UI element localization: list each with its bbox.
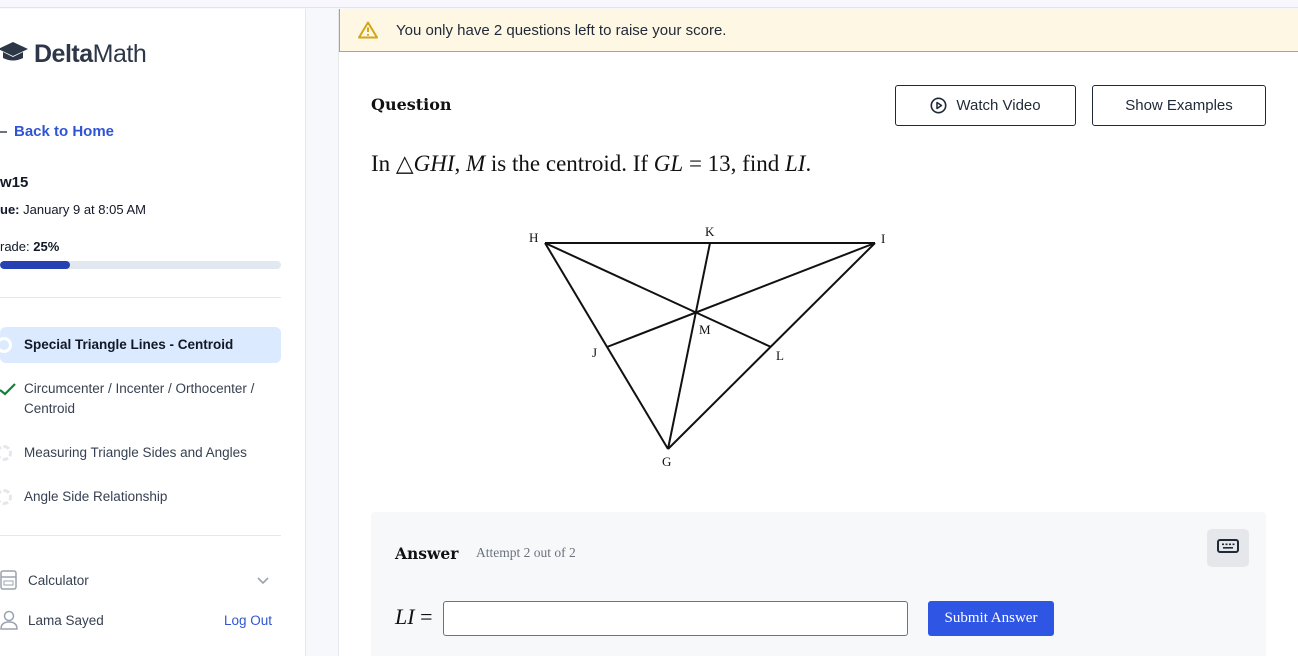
median-HL	[544, 242, 772, 348]
skill-item-circumcenter-incenter-orthocenter-centroid[interactable]: Circumcenter / Incenter / Orthocenter / …	[0, 379, 281, 419]
side-HG	[544, 242, 669, 450]
label-H: H	[529, 230, 538, 245]
skill-label: Angle Side Relationship	[24, 489, 168, 504]
median-IJ	[606, 242, 876, 348]
divider	[0, 297, 281, 298]
skill-label: Special Triangle Lines - Centroid	[24, 337, 234, 352]
submit-answer-button[interactable]: Submit Answer	[928, 601, 1054, 636]
chevron-down-icon	[257, 573, 269, 588]
logout-link[interactable]: Log Out	[224, 613, 272, 628]
play-circle-icon	[930, 97, 947, 114]
keyboard-icon	[1217, 538, 1239, 558]
skill-item-angle-side-relationship[interactable]: Angle Side Relationship	[0, 487, 281, 507]
skill-item-special-triangle-lines-centroid[interactable]: Special Triangle Lines - Centroid	[0, 327, 281, 363]
user-row: Lama Sayed Log Out	[0, 610, 281, 630]
answer-input[interactable]	[443, 601, 908, 636]
graduation-cap-icon	[0, 41, 30, 68]
label-M: M	[699, 322, 711, 337]
warning-icon	[358, 21, 380, 39]
assignment-name: w15	[0, 174, 29, 191]
top-strip	[0, 0, 1298, 8]
main-panel: You only have 2 questions left to raise …	[338, 9, 1298, 656]
not-started-ring-icon	[0, 487, 24, 507]
side-IG	[667, 242, 876, 450]
calculator-label: Calculator	[28, 572, 89, 588]
deltamath-logo[interactable]: DeltaMath	[0, 39, 147, 69]
user-name: Lama Sayed	[28, 612, 104, 628]
answer-panel: Answer Attempt 2 out of 2 LI = Submit An…	[371, 512, 1266, 656]
answer-heading: Answer	[395, 544, 459, 563]
due-date: ue: January 9 at 8:05 AM	[0, 202, 146, 217]
question-text: In △GHI, M is the centroid. If GL = 13, …	[371, 151, 812, 176]
grade: rade: 25%	[0, 239, 60, 254]
grade-progress-fill	[0, 261, 71, 269]
median-GK	[667, 242, 711, 450]
back-to-home-link[interactable]: Back to Home	[0, 123, 114, 140]
label-G: G	[662, 454, 671, 469]
answer-lhs: LI =	[395, 604, 433, 629]
watch-video-label: Watch Video	[956, 97, 1041, 114]
label-I: I	[881, 231, 885, 246]
checkmark-icon	[0, 379, 24, 399]
calculator-icon	[0, 570, 28, 590]
watch-video-button[interactable]: Watch Video	[895, 85, 1076, 126]
question-heading: Question	[371, 95, 452, 114]
skill-item-measuring-triangle-sides-and-angles[interactable]: Measuring Triangle Sides and Angles	[0, 443, 281, 463]
grade-progress-bar	[0, 261, 281, 269]
calculator-toggle[interactable]: Calculator	[0, 570, 281, 590]
in-progress-ring-icon	[0, 335, 24, 355]
back-to-home-label: Back to Home	[14, 123, 115, 140]
label-L: L	[776, 348, 784, 363]
alert-banner: You only have 2 questions left to raise …	[339, 9, 1298, 52]
attempt-counter: Attempt 2 out of 2	[476, 545, 576, 560]
logo-text: DeltaMath	[34, 39, 147, 68]
label-J: J	[592, 345, 597, 360]
user-icon	[0, 610, 28, 630]
divider	[0, 535, 281, 536]
keyboard-toggle-button[interactable]	[1207, 529, 1249, 567]
skill-label: Circumcenter / Incenter / Orthocenter / …	[24, 381, 255, 416]
show-examples-button[interactable]: Show Examples	[1092, 85, 1266, 126]
triangle-diagram: H K I M J L G	[529, 224, 885, 469]
not-started-ring-icon	[0, 443, 24, 463]
label-K: K	[705, 224, 715, 239]
back-arrow-icon	[0, 130, 7, 133]
alert-text: You only have 2 questions left to raise …	[396, 21, 727, 39]
skill-label: Measuring Triangle Sides and Angles	[24, 445, 247, 460]
sidebar: DeltaMath Back to Home w15 ue: January 9…	[0, 9, 306, 656]
